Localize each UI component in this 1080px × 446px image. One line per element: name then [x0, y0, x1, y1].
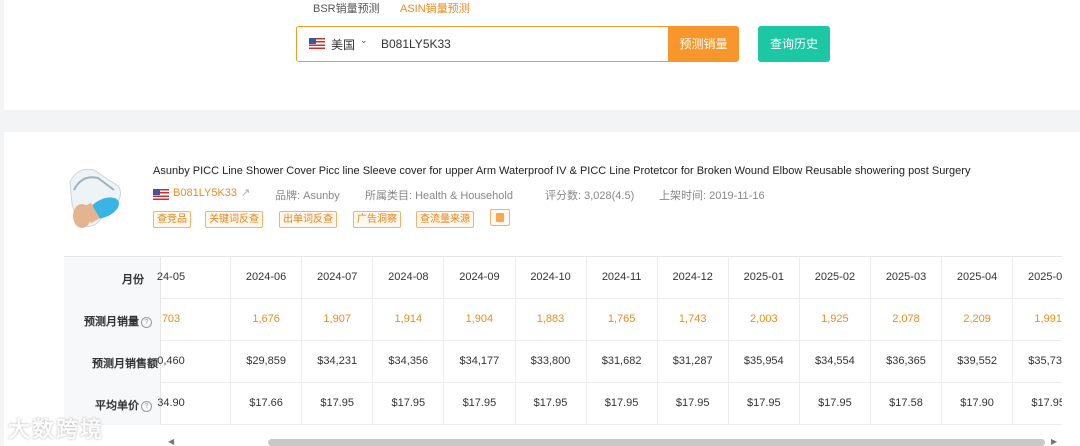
month-cell: 2024-07: [317, 271, 358, 283]
predict-button[interactable]: 预测销量: [668, 26, 739, 62]
month-cell: 2024-11: [601, 271, 642, 283]
price-cell: $17.95: [675, 397, 710, 409]
watermark: 大数跨境: [8, 417, 105, 442]
history-button[interactable]: 查询历史: [758, 26, 830, 62]
scroll-right-icon[interactable]: ▶: [1051, 437, 1057, 446]
search-bar: 美国 ⌄ 预测销量: [296, 26, 739, 62]
revenue-cell: $34,356: [388, 355, 429, 367]
month-cell: 2025-01: [743, 271, 784, 283]
revenue-cell: $33,800: [530, 355, 571, 367]
product-listed-date: 上架时间: 2019-11-16: [659, 190, 765, 202]
revenue-cell: $31,287: [672, 355, 713, 367]
sales-cell: 2,209: [963, 313, 991, 325]
revenue-cell: $35,954: [743, 355, 784, 367]
asin-input[interactable]: [381, 32, 661, 56]
product-rating: 评分数: 3,028(4.5): [545, 190, 635, 202]
month-cell: 2025-02: [814, 271, 856, 283]
scroll-thumb[interactable]: [268, 439, 1045, 446]
price-cell: $17.95: [320, 397, 355, 409]
price-cell: 34.90: [157, 397, 185, 409]
chevron-down-icon[interactable]: ⌄: [360, 35, 368, 46]
sales-cell: 1,765: [607, 313, 636, 325]
calculator-icon[interactable]: [490, 209, 510, 226]
tab-asin[interactable]: ASIN销量预测: [400, 0, 470, 16]
revenue-cell: $34,231: [317, 355, 358, 367]
month-cell: 2024-06: [245, 271, 287, 283]
sales-cell: 1,883: [536, 313, 565, 325]
sales-cell: 1,914: [394, 313, 423, 325]
month-cell: 2024-08: [388, 271, 429, 283]
sales-cell: 1,907: [323, 313, 351, 325]
sales-cell: 1,904: [465, 313, 494, 325]
month-cell: 2025-03: [885, 271, 927, 283]
price-cell: $17.95: [533, 397, 568, 409]
month-cell: 24-05: [156, 271, 186, 283]
revenue-cell: $29,859: [246, 355, 286, 367]
month-cell: 2024-09: [459, 271, 500, 283]
sales-cell: 2,078: [892, 313, 920, 325]
us-flag-icon: [153, 189, 169, 200]
us-flag-icon: [309, 38, 325, 49]
tag-keyword-reverse[interactable]: 关键词反查: [205, 211, 263, 228]
revenue-cell: $39,552: [957, 355, 997, 367]
tag-competitors[interactable]: 查竞品: [153, 211, 191, 228]
external-link-icon[interactable]: ↗: [241, 186, 250, 199]
revenue-cell: $34,554: [815, 355, 855, 367]
revenue-cell: $35,738: [1028, 355, 1062, 367]
revenue-cell: $34,177: [459, 355, 500, 367]
month-cell: 2025-05: [1028, 271, 1062, 283]
tag-traffic-source[interactable]: 查流量来源: [416, 211, 474, 228]
horizontal-scrollbar[interactable]: ◀ ▶: [168, 436, 1058, 446]
price-cell: $17.95: [746, 397, 781, 409]
sales-cell: 1,743: [678, 313, 707, 325]
tag-order-keyword-reverse[interactable]: 出单词反查: [279, 211, 337, 228]
sales-forecast-table: 月份 预测月销量? 预测月销售额 平均单价? 24-05 703 0,460 34.9…: [64, 256, 1062, 425]
month-cell: 2024-12: [672, 271, 713, 283]
scroll-left-icon[interactable]: ◀: [168, 437, 174, 446]
product-title[interactable]: Asunby PICC Line Shower Cover Picc line …: [153, 165, 970, 177]
price-cell: $17.95: [391, 397, 426, 409]
country-select[interactable]: 美国: [331, 36, 355, 53]
price-cell: $17.90: [960, 397, 994, 409]
product-category: 所属类目: Health & Household: [365, 190, 513, 202]
sales-cell: 1,925: [821, 313, 849, 325]
sales-cell: 1,676: [252, 313, 280, 325]
product-brand: 品牌: Asunby: [275, 190, 340, 202]
product-image: [64, 164, 128, 232]
month-cell: 2024-10: [530, 271, 571, 283]
price-cell: $17.95: [462, 397, 497, 409]
revenue-cell: $31,682: [601, 355, 642, 367]
price-cell: $17.95: [604, 397, 639, 409]
price-cell: $17.58: [889, 397, 923, 409]
revenue-cell: 0,460: [157, 355, 185, 367]
tab-bsr[interactable]: BSR销量预测: [313, 0, 380, 16]
price-cell: $17.95: [818, 397, 852, 409]
sales-cell: 703: [161, 313, 181, 325]
price-cell: $17.95: [1031, 397, 1062, 409]
month-cell: 2025-04: [956, 271, 998, 283]
sales-cell: 2,003: [750, 313, 778, 325]
revenue-cell: $36,365: [886, 355, 926, 367]
sales-cell: 1,991: [1034, 313, 1062, 325]
tag-ad-insight[interactable]: 广告洞察: [353, 211, 401, 228]
product-asin-link[interactable]: B081LY5K33: [173, 187, 237, 199]
price-cell: $17.66: [249, 397, 283, 409]
